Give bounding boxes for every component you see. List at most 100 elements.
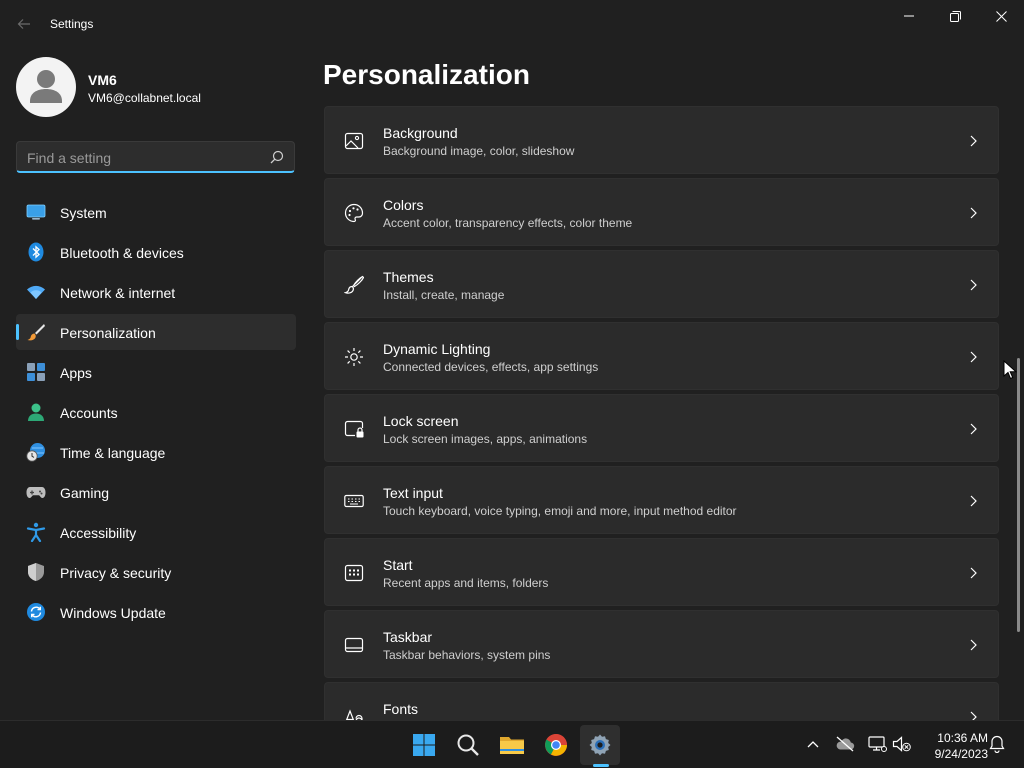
taskbar-search-button[interactable] — [448, 725, 488, 765]
sidebar-item-accounts[interactable]: Accounts — [16, 394, 296, 430]
app-title: Settings — [50, 17, 94, 31]
page-title: Personalization — [323, 59, 530, 90]
sidebar-item-label: Gaming — [60, 485, 110, 501]
card-title: Background — [383, 125, 458, 141]
time-language-icon — [26, 443, 45, 462]
fonts-icon — [345, 709, 363, 720]
chevron-up-icon — [807, 741, 819, 748]
chevron-right-icon — [970, 351, 977, 363]
card-title: Text input — [383, 485, 443, 501]
chevron-right-icon — [970, 567, 977, 579]
close-button[interactable] — [978, 0, 1024, 32]
sidebar-item-gaming[interactable]: Gaming — [16, 474, 296, 510]
apps-icon — [27, 363, 45, 381]
start-icon — [344, 564, 364, 582]
card-title: Dynamic Lighting — [383, 341, 491, 357]
minimize-button[interactable] — [886, 0, 932, 32]
close-icon — [995, 10, 1007, 22]
file-explorer-icon — [500, 737, 524, 754]
card-colors[interactable]: Colors Accent color, transparency effect… — [324, 178, 999, 246]
onedrive-tray-button[interactable] — [834, 733, 856, 755]
search-icon — [457, 734, 479, 756]
sidebar-item-personalization[interactable]: Personalization — [16, 314, 296, 350]
card-lock-screen[interactable]: Lock screen Lock screen images, apps, an… — [324, 394, 999, 462]
card-text-input[interactable]: Text input Touch keyboard, voice typing,… — [324, 466, 999, 534]
title-bar: Settings — [0, 0, 1024, 48]
sidebar-item-bluetooth[interactable]: Bluetooth & devices — [16, 234, 296, 270]
user-profile[interactable]: VM6 VM6@collabnet.local — [16, 57, 296, 117]
sidebar-item-label: Time & language — [60, 445, 166, 461]
sidebar-item-apps[interactable]: Apps — [16, 354, 296, 390]
card-subtitle: Connected devices, effects, app settings — [383, 360, 599, 374]
person-icon — [30, 70, 62, 103]
chevron-right-icon — [970, 423, 977, 435]
sidebar-item-network[interactable]: Network & internet — [16, 274, 296, 310]
chrome-button[interactable] — [536, 725, 576, 765]
card-subtitle: Taskbar behaviors, system pins — [383, 648, 551, 662]
notifications-button[interactable] — [986, 733, 1008, 755]
sidebar-item-label: System — [60, 205, 107, 221]
sidebar-item-label: Apps — [60, 365, 92, 381]
card-subtitle: Accent color, transparency effects, colo… — [383, 216, 633, 230]
search-input[interactable] — [27, 148, 257, 168]
card-start[interactable]: Start Recent apps and items, folders — [324, 538, 999, 606]
card-subtitle: Lock screen images, apps, animations — [383, 432, 588, 446]
brush-icon — [27, 324, 45, 341]
sidebar-item-windows-update[interactable]: Windows Update — [16, 594, 296, 630]
minimize-icon — [904, 15, 914, 17]
taskbar: 10:36 AM 9/24/2023 — [0, 720, 1024, 768]
clock-date: 9/24/2023 — [934, 747, 988, 761]
chevron-right-icon — [970, 639, 977, 651]
card-subtitle: Touch keyboard, voice typing, emoji and … — [383, 504, 737, 518]
chevron-right-icon — [970, 135, 977, 147]
file-explorer-button[interactable] — [492, 725, 532, 765]
card-taskbar[interactable]: Taskbar Taskbar behaviors, system pins — [324, 610, 999, 678]
search-icon — [270, 150, 284, 164]
back-button[interactable] — [12, 12, 36, 36]
sidebar-item-privacy[interactable]: Privacy & security — [16, 554, 296, 590]
show-hidden-icons-button[interactable] — [802, 733, 824, 755]
start-button[interactable] — [404, 725, 444, 765]
volume-tray-button[interactable] — [891, 733, 913, 755]
lock-screen-icon — [344, 420, 364, 438]
card-title: Themes — [383, 269, 434, 285]
bluetooth-icon — [28, 242, 44, 262]
chevron-right-icon — [970, 495, 977, 507]
sidebar-item-system[interactable]: System — [16, 194, 296, 230]
chevron-right-icon — [970, 279, 977, 291]
palette-icon — [344, 203, 364, 223]
card-subtitle: Install, create, manage — [383, 288, 505, 302]
accounts-icon — [28, 403, 44, 421]
sidebar-item-time-language[interactable]: Time & language — [16, 434, 296, 470]
card-themes[interactable]: Themes Install, create, manage — [324, 250, 999, 318]
card-title: Fonts — [383, 701, 419, 717]
card-background[interactable]: Background Background image, color, slid… — [324, 106, 999, 174]
settings-taskbar-button[interactable] — [580, 725, 620, 765]
accessibility-icon — [26, 522, 46, 542]
update-icon — [27, 603, 45, 621]
sidebar-item-accessibility[interactable]: Accessibility — [16, 514, 296, 550]
card-dynamic-lighting[interactable]: Dynamic Lighting Connected devices, effe… — [324, 322, 999, 390]
restore-icon — [949, 10, 961, 22]
card-title: Taskbar — [383, 629, 433, 645]
keyboard-icon — [344, 494, 364, 508]
card-subtitle: Recent apps and items, folders — [383, 576, 549, 590]
chevron-right-icon — [970, 207, 977, 219]
sidebar-item-label: Accounts — [60, 405, 118, 421]
network-icon — [868, 736, 887, 752]
network-tray-button[interactable] — [866, 733, 888, 755]
card-fonts[interactable]: Fonts — [324, 682, 999, 720]
sidebar-item-label: Network & internet — [60, 285, 176, 301]
mouse-cursor-icon — [1003, 360, 1017, 380]
card-subtitle: Background image, color, slideshow — [383, 144, 575, 158]
sidebar-item-label: Accessibility — [60, 525, 137, 541]
search-box[interactable] — [16, 141, 295, 173]
card-title: Colors — [383, 197, 424, 213]
card-title: Start — [383, 557, 413, 573]
clock[interactable]: 10:36 AM 9/24/2023 — [918, 730, 988, 762]
restore-button[interactable] — [932, 0, 978, 32]
card-title: Lock screen — [383, 413, 459, 429]
scrollbar[interactable] — [1017, 358, 1020, 632]
gamepad-icon — [26, 487, 46, 498]
sidebar-nav: System Bluetooth & devices Network & int… — [16, 194, 296, 634]
